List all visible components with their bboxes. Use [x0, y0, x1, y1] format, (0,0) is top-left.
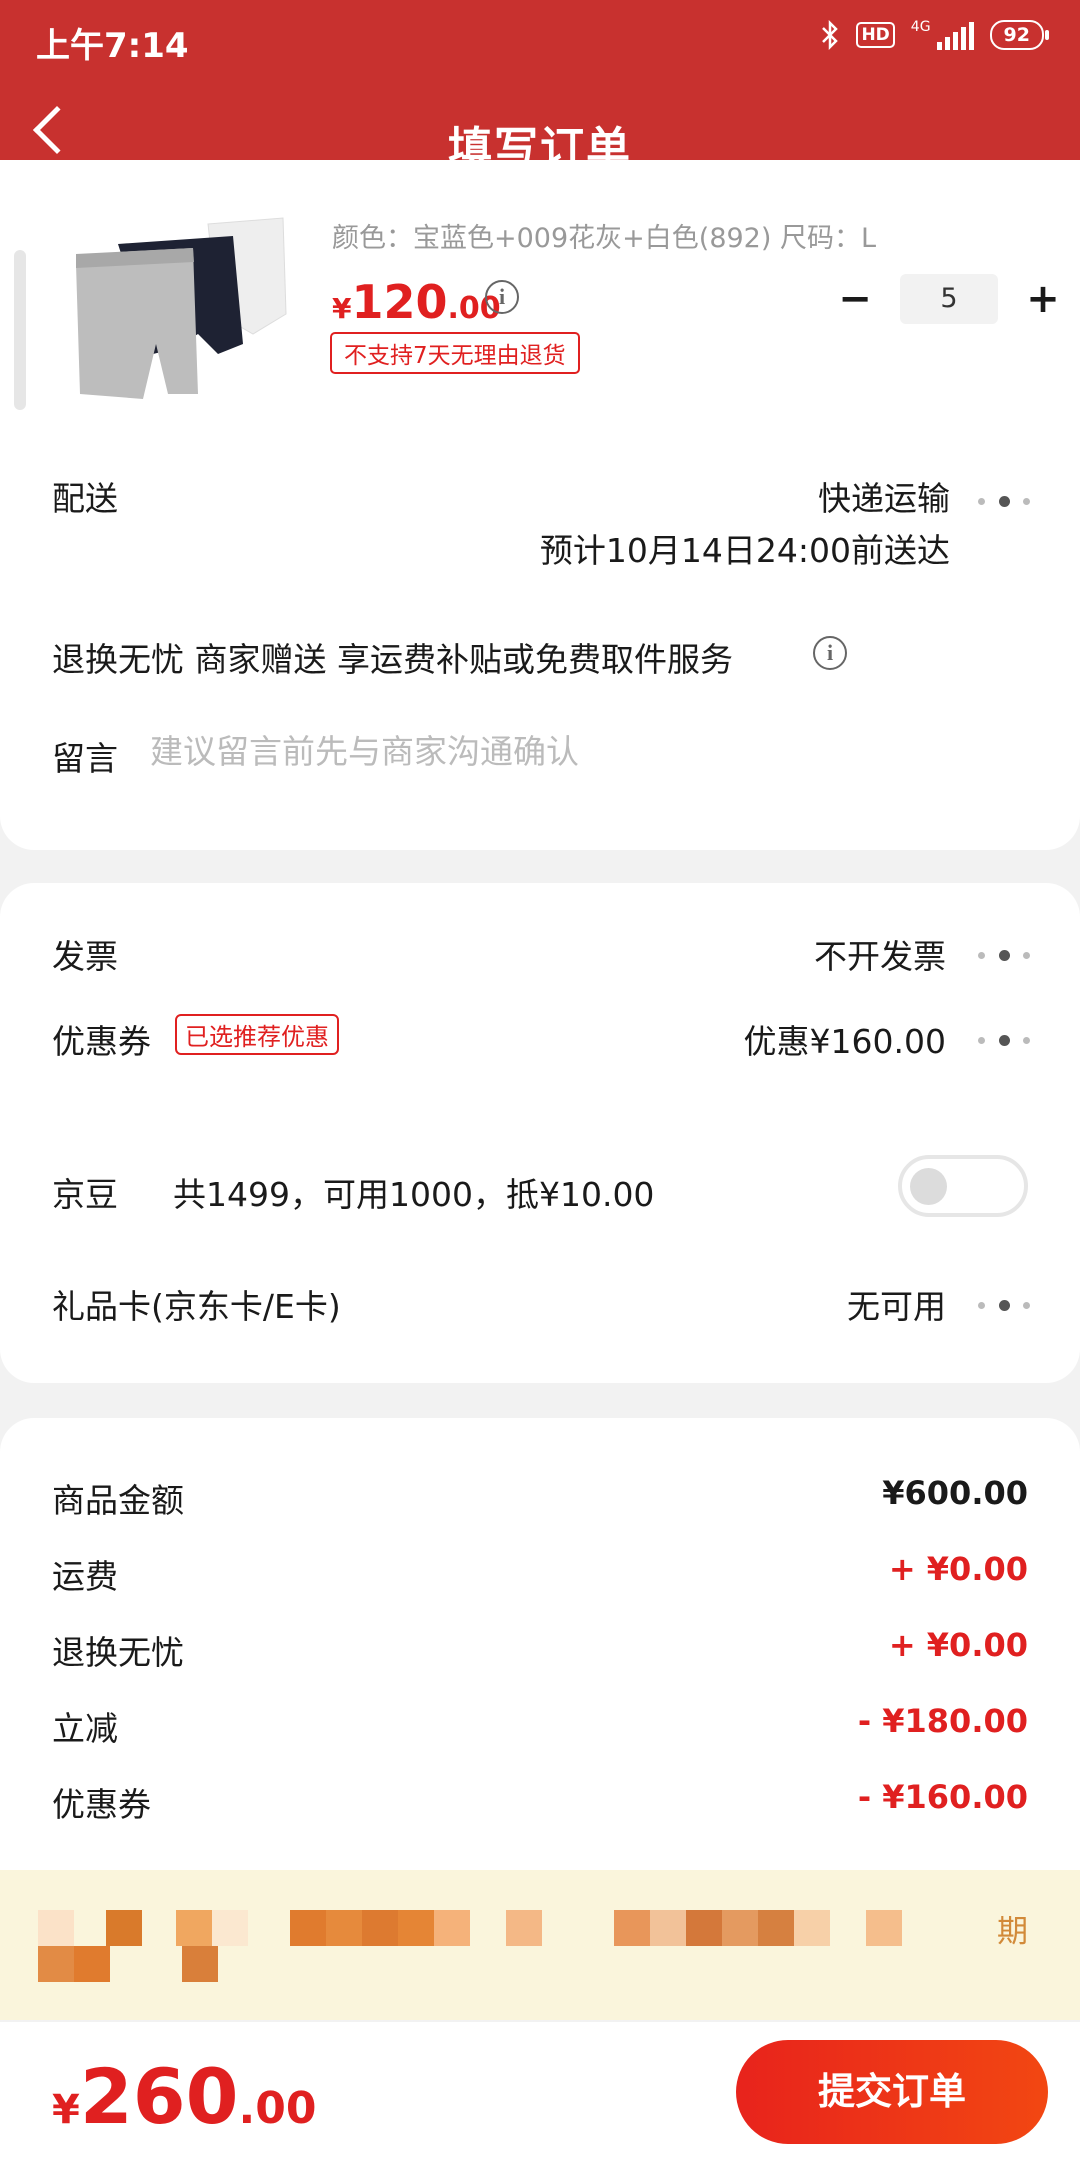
jingdou-detail: 共1499，可用1000，抵¥10.00: [173, 1175, 655, 1214]
submit-order-button[interactable]: 提交订单: [736, 2040, 1048, 2144]
promo-suffix: 期: [997, 1914, 1028, 1950]
summary-value: + ¥0.00: [888, 1626, 1028, 1664]
product-image[interactable]: [58, 214, 288, 399]
giftcard-value[interactable]: 无可用: [847, 1280, 946, 1328]
giftcard-label: 礼品卡(京东卡/E卡): [52, 1287, 341, 1326]
summary-value: + ¥0.00: [888, 1550, 1028, 1588]
service-info-icon[interactable]: i: [813, 636, 847, 670]
promo-banner[interactable]: 期: [0, 1870, 1080, 2020]
redacted-promo-text: [38, 1910, 1038, 1984]
scrollbar[interactable]: [14, 250, 26, 410]
order-total: ¥260.00: [52, 2052, 317, 2141]
invoice-label: 发票: [52, 937, 118, 976]
coupon-label: 优惠券: [52, 1022, 151, 1061]
delivery-method[interactable]: 快递运输: [818, 472, 950, 520]
invoice-value[interactable]: 不开发票: [814, 930, 946, 978]
jingdou-label: 京豆: [52, 1175, 118, 1214]
product-price: ¥120.00: [332, 275, 501, 329]
summary-label: 优惠券: [52, 1785, 151, 1824]
summary-value: - ¥160.00: [857, 1778, 1028, 1816]
coupon-badge: 已选推荐优惠: [175, 1014, 339, 1055]
giftcard-more-icon[interactable]: [978, 1295, 1030, 1315]
increase-quantity-button[interactable]: +: [1018, 279, 1068, 319]
coupon-value[interactable]: 优惠¥160.00: [744, 1015, 946, 1063]
network-type: 4G: [910, 19, 931, 35]
battery-icon: 92: [989, 20, 1050, 50]
service-text: 退换无忧 商家赠送 享运费补贴或免费取件服务: [52, 640, 733, 679]
price-info-icon[interactable]: i: [485, 280, 519, 314]
signal-icon: [936, 20, 974, 50]
summary-label: 商品金额: [52, 1481, 184, 1520]
summary-value: ¥600.00: [882, 1474, 1028, 1512]
price-summary-card: 商品金额 ¥600.00 运费 + ¥0.00 退换无忧 + ¥0.00 立减 …: [0, 1418, 1080, 1878]
summary-label: 运费: [52, 1557, 118, 1596]
checkout-bar: ¥260.00 提交订单: [0, 2022, 1080, 2160]
status-icons: HD 4G 92: [820, 19, 1050, 50]
quantity-field[interactable]: 5: [900, 274, 998, 324]
delivery-eta: 预计10月14日24:00前送达: [539, 531, 950, 570]
payment-options-card: 发票 不开发票 优惠券 已选推荐优惠 优惠¥160.00 京豆 共1499，可用…: [0, 883, 1080, 1383]
bluetooth-icon: [822, 20, 839, 50]
status-time: 上午7:14: [36, 26, 189, 66]
order-item-card: 颜色：宝蓝色+009花灰+白色(892) 尺码：L ¥120.00 i 不支持7…: [0, 160, 1080, 850]
return-policy-badge: 不支持7天无理由退货: [330, 332, 580, 374]
message-input[interactable]: [150, 732, 1030, 771]
invoice-more-icon[interactable]: [978, 945, 1030, 965]
jingdou-toggle[interactable]: [898, 1155, 1028, 1217]
decrease-quantity-button[interactable]: −: [830, 279, 880, 319]
quantity-stepper: − 5 +: [830, 274, 1068, 324]
delivery-more-icon[interactable]: [978, 491, 1030, 511]
product-spec: 颜色：宝蓝色+009花灰+白色(892) 尺码：L: [332, 223, 877, 254]
summary-value: - ¥180.00: [857, 1702, 1028, 1740]
message-label: 留言: [52, 739, 118, 778]
delivery-label: 配送: [52, 479, 118, 518]
summary-label: 立减: [52, 1709, 118, 1748]
summary-label: 退换无忧: [52, 1633, 184, 1672]
coupon-more-icon[interactable]: [978, 1030, 1030, 1050]
hd-icon: HD: [856, 22, 895, 48]
